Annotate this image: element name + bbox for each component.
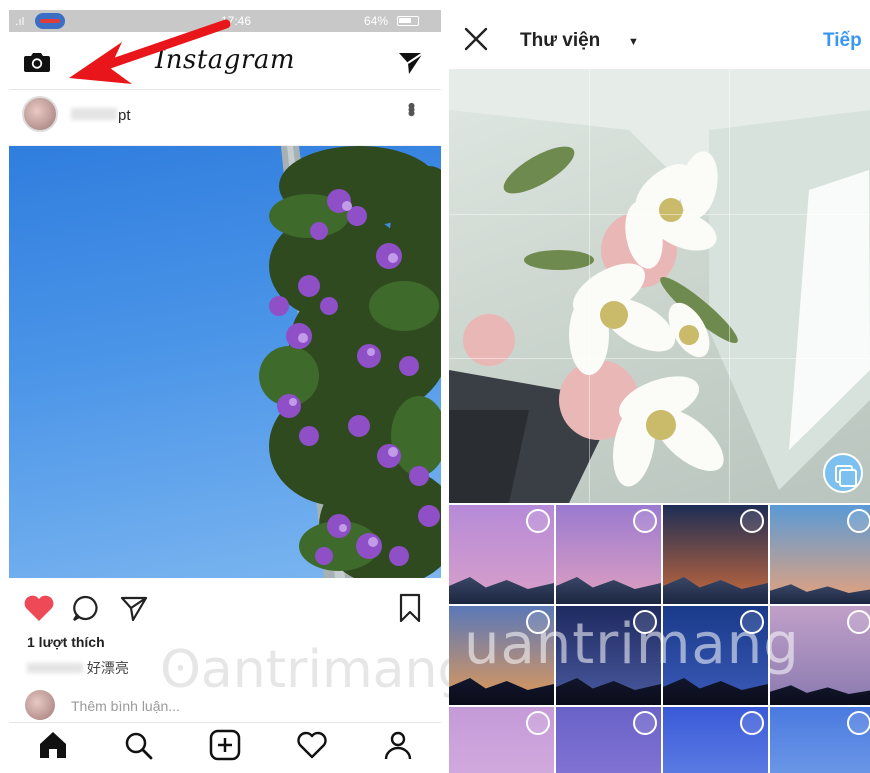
avatar[interactable] <box>22 96 58 132</box>
photo-landscape-silhouette <box>770 584 870 604</box>
flowering-tree-photo <box>259 146 441 578</box>
chevron-down-icon[interactable]: ▼ <box>628 36 639 48</box>
photo-thumbnail[interactable] <box>770 707 870 773</box>
close-icon[interactable] <box>463 26 489 52</box>
add-comment-row[interactable]: Thêm bình luận... <box>9 686 441 722</box>
select-circle-icon[interactable] <box>847 610 870 634</box>
select-circle-icon[interactable] <box>526 509 550 533</box>
battery-percent: 64% <box>364 14 389 28</box>
photo-thumbnail[interactable] <box>449 606 554 705</box>
select-circle-icon[interactable] <box>847 711 870 735</box>
select-circle-icon[interactable] <box>526 711 550 735</box>
select-circle-icon[interactable] <box>740 610 764 634</box>
photo-thumbnail[interactable] <box>770 606 870 705</box>
library-header: Thư viện ▼ Tiếp <box>449 10 870 70</box>
comment-input[interactable]: Thêm bình luận... <box>71 698 180 714</box>
select-circle-icon[interactable] <box>847 509 870 533</box>
library-title[interactable]: Thư viện <box>520 30 600 52</box>
photo-thumbnail[interactable] <box>449 707 554 773</box>
post-username[interactable]: pt <box>71 107 131 124</box>
photo-landscape-silhouette <box>663 577 768 604</box>
post-header: pt ••• <box>9 90 441 146</box>
photo-landscape-silhouette <box>663 678 768 705</box>
search-icon[interactable] <box>121 729 155 761</box>
photo-thumbnail[interactable] <box>663 505 768 604</box>
carrier-logo <box>35 13 65 29</box>
photo-thumbnail[interactable] <box>770 505 870 604</box>
post-photo[interactable] <box>9 146 441 578</box>
selected-photo-preview[interactable] <box>449 70 870 503</box>
red-pointer-arrow <box>69 19 231 84</box>
more-options-icon[interactable]: ••• <box>399 102 424 113</box>
like-count[interactable]: 1 lượt thích <box>27 634 105 650</box>
photo-landscape-silhouette <box>556 577 661 604</box>
flower-bouquet-photo <box>449 70 870 503</box>
like-heart-icon[interactable] <box>23 594 55 622</box>
photo-thumbnail[interactable] <box>449 505 554 604</box>
battery-icon <box>397 16 419 26</box>
select-circle-icon[interactable] <box>740 711 764 735</box>
select-circle-icon[interactable] <box>740 509 764 533</box>
photo-landscape-silhouette <box>449 577 554 604</box>
photo-thumbnail[interactable] <box>663 707 768 773</box>
photo-thumbnail[interactable] <box>556 505 661 604</box>
select-circle-icon[interactable] <box>633 711 657 735</box>
photo-thumbnail[interactable] <box>556 606 661 705</box>
add-post-icon[interactable] <box>208 729 242 761</box>
direct-message-icon[interactable] <box>397 50 425 76</box>
home-icon[interactable] <box>36 729 70 761</box>
photo-thumbnail[interactable] <box>663 606 768 705</box>
instagram-feed-screen: .ıl 17:46 64% Instagram pt ••• 1 lượt th… <box>9 10 441 765</box>
profile-icon[interactable] <box>381 729 415 761</box>
activity-heart-icon[interactable] <box>295 729 329 761</box>
photo-landscape-silhouette <box>449 678 554 705</box>
signal-icon: .ıl <box>15 15 25 28</box>
post-actions <box>9 580 441 630</box>
select-multiple-icon[interactable] <box>823 453 863 493</box>
select-circle-icon[interactable] <box>633 509 657 533</box>
comment-icon[interactable] <box>71 594 101 622</box>
share-icon[interactable] <box>119 594 149 622</box>
next-button[interactable]: Tiếp <box>823 30 862 52</box>
photo-landscape-silhouette <box>770 685 870 705</box>
post-caption: 好漂亮 <box>27 658 129 678</box>
bottom-tab-bar <box>9 722 441 765</box>
select-circle-icon[interactable] <box>633 610 657 634</box>
avatar <box>25 690 55 720</box>
select-circle-icon[interactable] <box>526 610 550 634</box>
photo-thumbnail[interactable] <box>556 707 661 773</box>
bookmark-icon[interactable] <box>397 592 423 624</box>
library-picker-screen: Thư viện ▼ Tiếp <box>449 10 870 773</box>
photo-landscape-silhouette <box>556 678 661 705</box>
